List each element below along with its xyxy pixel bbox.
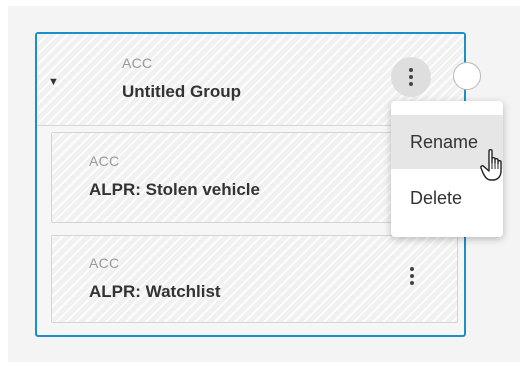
list-item[interactable] — [51, 235, 458, 323]
canvas: ▼ ACC Untitled Group ACC ALPR: Stolen ve… — [0, 0, 528, 366]
item-type-label: ACC — [89, 255, 120, 271]
item-type-label: ACC — [89, 153, 120, 169]
select-radio-circle[interactable] — [453, 62, 481, 90]
menu-item-label: Rename — [410, 131, 479, 152]
item-title: ALPR: Watchlist — [89, 282, 221, 301]
kebab-menu-icon — [410, 267, 414, 285]
caret-down-icon[interactable]: ▼ — [48, 76, 59, 88]
item-title: ALPR: Stolen vehicle — [89, 180, 260, 199]
kebab-menu-icon — [409, 68, 413, 86]
group-type-label: ACC — [122, 55, 153, 71]
group-kebab-menu-button[interactable] — [391, 57, 431, 97]
item-kebab-menu-button[interactable] — [410, 267, 414, 285]
hand-pointer-cursor-icon — [480, 149, 502, 181]
menu-item-label: Delete — [410, 187, 463, 208]
group-title: Untitled Group — [122, 82, 241, 101]
